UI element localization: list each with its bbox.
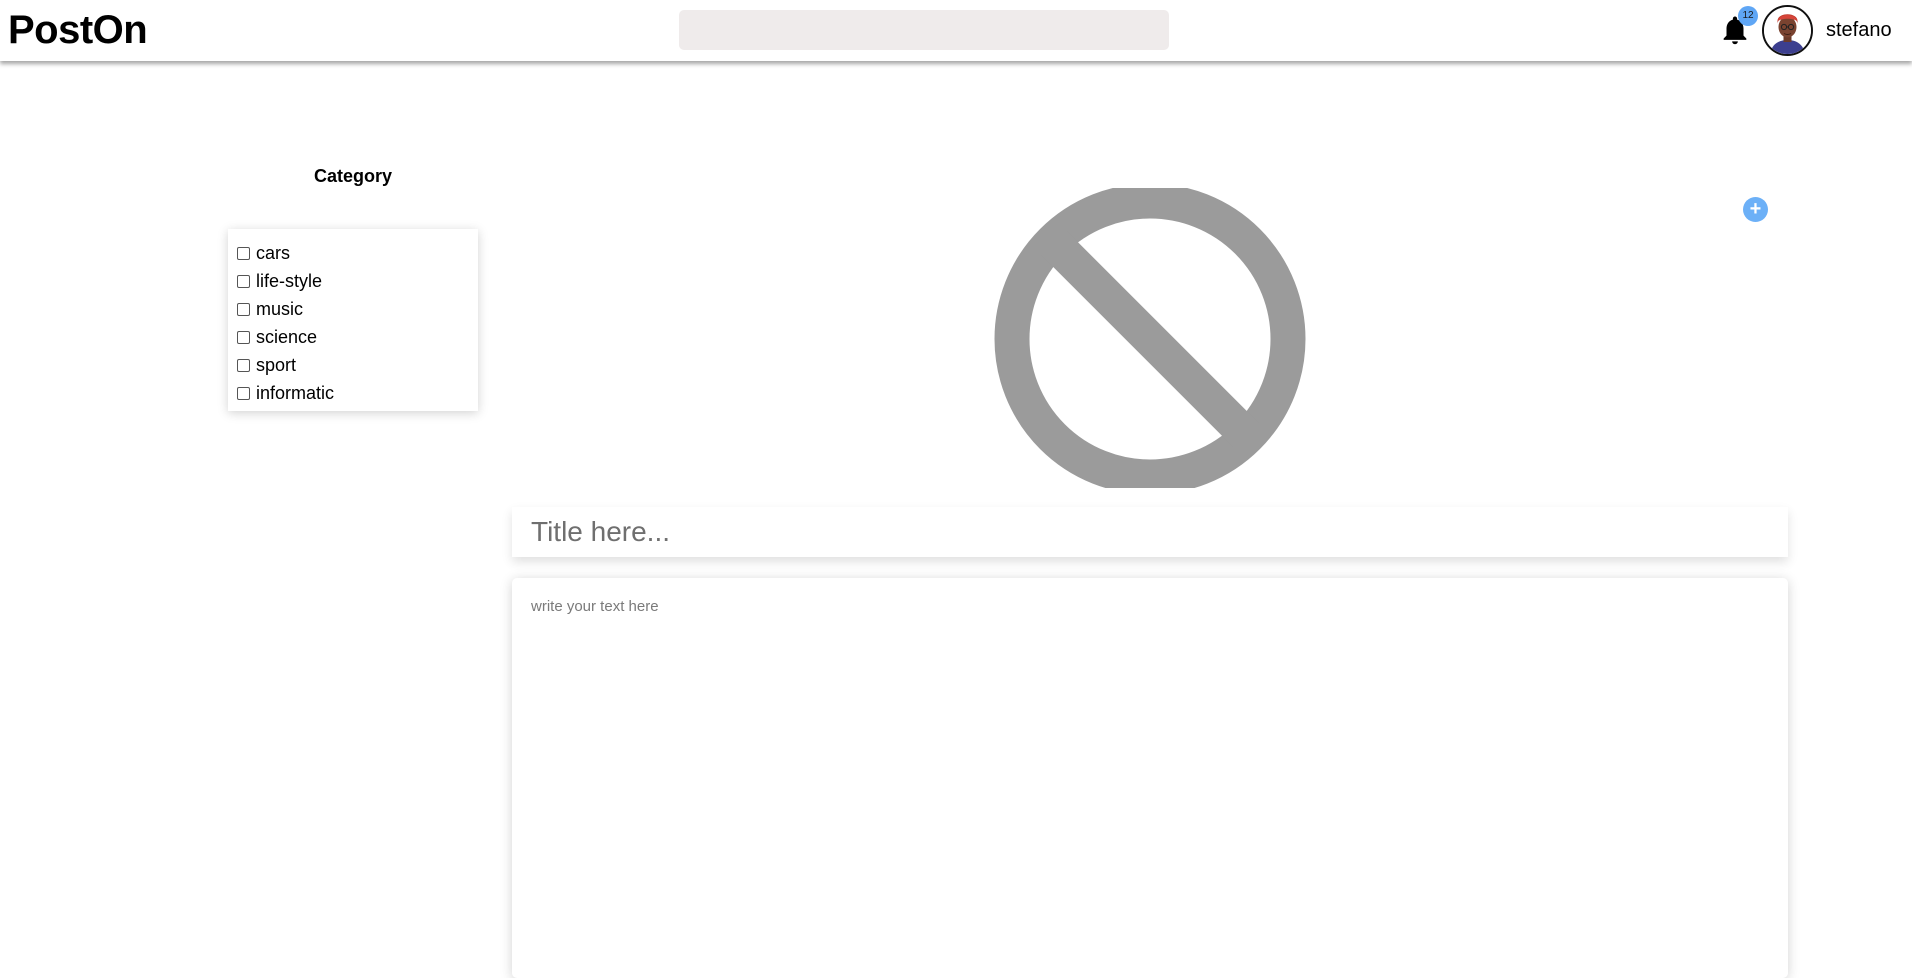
category-title: Category bbox=[313, 166, 393, 186]
checkbox-icon[interactable] bbox=[237, 358, 250, 372]
post-title-input[interactable] bbox=[512, 507, 1788, 557]
checkbox-icon[interactable] bbox=[237, 330, 250, 344]
no-image-icon bbox=[994, 188, 1306, 488]
category-label: sport bbox=[256, 354, 297, 375]
checkbox-icon[interactable] bbox=[237, 274, 250, 288]
post-body-textarea[interactable] bbox=[512, 578, 1788, 978]
category-list: cars life-style music science sport info… bbox=[228, 229, 478, 411]
category-item-cars[interactable]: cars bbox=[228, 239, 478, 267]
checkbox-icon[interactable] bbox=[237, 386, 250, 400]
category-item-science[interactable]: science bbox=[228, 323, 478, 351]
add-image-button[interactable]: + bbox=[1743, 197, 1768, 222]
notification-count-badge: 12 bbox=[1738, 6, 1758, 26]
category-item-music[interactable]: music bbox=[228, 295, 478, 323]
category-item-informatic[interactable]: informatic bbox=[228, 379, 478, 407]
top-navbar: PostOn 12 stefano bbox=[0, 0, 1912, 61]
category-label: cars bbox=[256, 242, 291, 263]
checkbox-icon[interactable] bbox=[237, 302, 250, 316]
category-label: music bbox=[256, 298, 304, 319]
app-logo[interactable]: PostOn bbox=[8, 6, 148, 54]
avatar-illustration-icon bbox=[1764, 7, 1811, 54]
category-item-sport[interactable]: sport bbox=[228, 351, 478, 379]
plus-icon: + bbox=[1749, 198, 1762, 220]
category-label: science bbox=[256, 326, 318, 347]
user-avatar[interactable] bbox=[1762, 5, 1813, 56]
category-item-life-style[interactable]: life-style bbox=[228, 267, 478, 295]
username-label[interactable]: stefano bbox=[1826, 18, 1892, 42]
image-placeholder[interactable] bbox=[994, 188, 1306, 488]
category-label: informatic bbox=[256, 382, 335, 403]
search-input[interactable] bbox=[679, 10, 1169, 50]
checkbox-icon[interactable] bbox=[237, 246, 250, 260]
category-label: life-style bbox=[256, 270, 323, 291]
